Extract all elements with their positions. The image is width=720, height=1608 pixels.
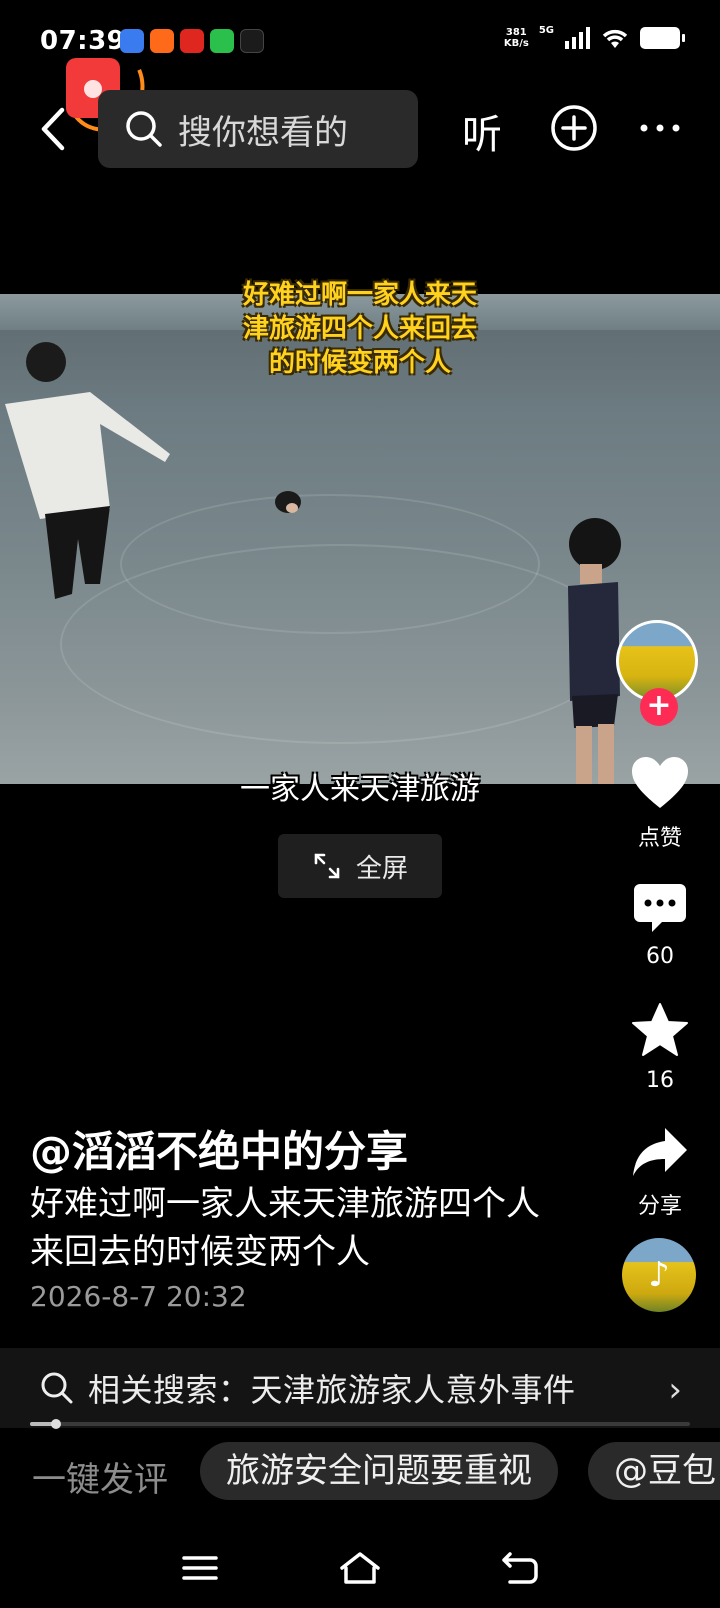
- quick-comment-chip[interactable]: 旅游安全问题要重视: [200, 1442, 558, 1500]
- related-search-text: 相关搜索：天津旅游家人意外事件: [88, 1371, 576, 1409]
- expand-icon: [314, 853, 340, 879]
- star-icon: [632, 1003, 688, 1056]
- network-type: 5G: [538, 24, 554, 36]
- wechat-icon: [210, 29, 234, 53]
- notification-icons: [120, 29, 264, 53]
- share-button[interactable]: 分享: [620, 1126, 700, 1220]
- battery-icon: [640, 27, 685, 49]
- like-label: 点赞: [637, 826, 682, 851]
- search-input[interactable]: 搜你想看的: [98, 90, 418, 168]
- comment-count: 60: [646, 944, 674, 969]
- net-speed: 381 KB/s: [503, 27, 529, 49]
- quick-comment-chip[interactable]: @豆包: [588, 1442, 720, 1500]
- follow-button[interactable]: +: [640, 688, 678, 726]
- music-disc[interactable]: ♪: [622, 1238, 696, 1312]
- related-search-bar[interactable]: 相关搜索：天津旅游家人意外事件 ›: [0, 1348, 720, 1428]
- tiktok-icon: [240, 29, 264, 53]
- search-icon: [41, 1372, 73, 1404]
- video-caption: 好难过啊一家人来天 津旅游四个人来回去 的时候变两个人: [242, 280, 477, 378]
- comment-button[interactable]: 60: [620, 882, 700, 969]
- home-icon[interactable]: [338, 1548, 382, 1588]
- menu-icon[interactable]: [178, 1548, 222, 1588]
- share-icon: [633, 1128, 687, 1176]
- signal-icon: [565, 27, 590, 49]
- chevron-right-icon: ›: [668, 1370, 682, 1410]
- post-description: 好难过啊一家人来天津旅游四个人来回去的时候变两个人: [30, 1184, 540, 1272]
- share-label: 分享: [637, 1194, 682, 1219]
- back-icon[interactable]: [498, 1548, 542, 1588]
- status-right: 381 KB/s 5G: [503, 24, 685, 50]
- fullscreen-button[interactable]: 全屏: [278, 834, 442, 898]
- toutiao-icon: [180, 29, 204, 53]
- quick-comment-label: 一键发评: [32, 1460, 168, 1500]
- person-in-water: [275, 491, 301, 513]
- back-button[interactable]: [34, 104, 74, 154]
- author-name[interactable]: @滔滔不绝中的分享: [30, 1118, 408, 1179]
- post-date: 2026-8-7 20:32: [30, 1280, 247, 1313]
- search-placeholder: 搜你想看的: [178, 112, 348, 153]
- like-button[interactable]: 点赞: [620, 756, 700, 852]
- favorite-button[interactable]: 16: [620, 1002, 700, 1093]
- more-icon[interactable]: [638, 116, 682, 140]
- system-nav-bar: [0, 1530, 720, 1608]
- video-subtitle: 一家人来天津旅游: [240, 772, 480, 807]
- plus-circle-icon[interactable]: [550, 104, 598, 152]
- app-orange-icon: [150, 29, 174, 53]
- fullscreen-label: 全屏: [355, 853, 408, 884]
- comment-icon: [634, 884, 686, 932]
- music-note-icon: ♪: [648, 1255, 670, 1295]
- heart-icon: [632, 757, 688, 808]
- wifi-icon: [602, 29, 628, 48]
- search-icon: [126, 111, 162, 147]
- listen-button[interactable]: 听: [462, 102, 502, 160]
- favorite-count: 16: [646, 1068, 674, 1093]
- playback-progress[interactable]: [30, 1419, 690, 1429]
